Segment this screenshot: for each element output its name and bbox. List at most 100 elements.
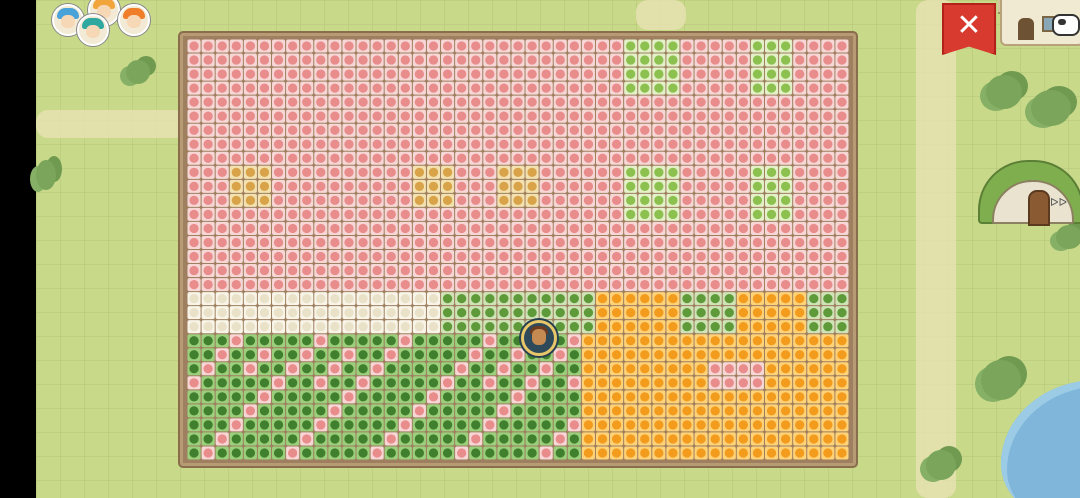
crop-tile-tomato[interactable] [835, 193, 849, 207]
crop-tile-cucumber[interactable] [412, 432, 426, 446]
crop-tile-tomato[interactable] [215, 95, 229, 109]
crop-tile-pumpkin[interactable] [581, 446, 595, 460]
crop-tile-tomato[interactable] [736, 165, 750, 179]
crop-tile-lettuce[interactable] [666, 81, 680, 95]
crop-tile-cucumber[interactable] [215, 446, 229, 460]
crop-tile-tomato[interactable] [215, 432, 229, 446]
crop-tile-cucumber[interactable] [567, 404, 581, 418]
crop-tile-tomato[interactable] [610, 193, 624, 207]
crop-tile-tomato[interactable] [272, 39, 286, 53]
crop-tile-cucumber[interactable] [243, 432, 257, 446]
crop-tile-tomato[interactable] [215, 67, 229, 81]
crop-tile-lettuce[interactable] [666, 179, 680, 193]
crop-tile-tomato[interactable] [300, 151, 314, 165]
crop-tile-pea[interactable] [525, 306, 539, 320]
crop-tile-pumpkin[interactable] [807, 376, 821, 390]
crop-tile-pumpkin[interactable] [736, 348, 750, 362]
crop-tile-cucumber[interactable] [539, 376, 553, 390]
crop-tile-tomato[interactable] [286, 67, 300, 81]
crop-tile-cucumber[interactable] [328, 418, 342, 432]
crop-tile-tomato[interactable] [384, 207, 398, 221]
crop-tile-tomato[interactable] [497, 39, 511, 53]
crop-tile-pumpkin[interactable] [835, 348, 849, 362]
crop-tile-tomato[interactable] [229, 207, 243, 221]
crop-tile-tomato[interactable] [187, 179, 201, 193]
crop-tile-cucumber[interactable] [229, 348, 243, 362]
crop-tile-tomato[interactable] [187, 151, 201, 165]
crop-tile-tomato[interactable] [497, 95, 511, 109]
crop-tile-tomato[interactable] [342, 390, 356, 404]
crop-tile-tomato[interactable] [736, 179, 750, 193]
crop-tile-tomato[interactable] [215, 221, 229, 235]
crop-tile-tomato[interactable] [610, 207, 624, 221]
crop-tile-pumpkin[interactable] [595, 306, 610, 320]
crop-tile-tomato[interactable] [680, 123, 694, 137]
crop-tile-cucumber[interactable] [314, 404, 328, 418]
crop-tile-tomato[interactable] [807, 278, 821, 292]
crop-tile-pea[interactable] [581, 320, 595, 334]
crop-tile-tomato[interactable] [595, 207, 610, 221]
crop-tile-tomato[interactable] [257, 137, 272, 151]
crop-tile-lettuce[interactable] [666, 67, 680, 81]
crop-tile-tomato[interactable] [793, 95, 807, 109]
crop-tile-cucumber[interactable] [441, 432, 455, 446]
crop-tile-tomato[interactable] [736, 53, 750, 67]
crop-tile-cucumber[interactable] [497, 390, 511, 404]
crop-tile-tomato[interactable] [300, 179, 314, 193]
crop-tile-cucumber[interactable] [286, 348, 300, 362]
crop-tile-tomato[interactable] [835, 179, 849, 193]
crop-tile-tomato[interactable] [511, 53, 525, 67]
crop-tile-tomato[interactable] [595, 151, 610, 165]
crop-tile-tomato[interactable] [525, 95, 539, 109]
crop-tile-pea[interactable] [441, 306, 455, 320]
crop-tile-cucumber[interactable] [356, 334, 370, 348]
crop-tile-tomato[interactable] [638, 235, 652, 249]
crop-tile-cucumber[interactable] [187, 432, 201, 446]
crop-tile-tomato[interactable] [525, 264, 539, 278]
crop-tile-tomato[interactable] [469, 81, 483, 95]
crop-tile-cucumber[interactable] [229, 432, 243, 446]
crop-tile-tomato[interactable] [694, 39, 708, 53]
crop-tile-lettuce[interactable] [764, 67, 779, 81]
crop-tile-tomato[interactable] [539, 250, 553, 264]
crop-tile-tomato[interactable] [483, 123, 497, 137]
crop-tile-tomato[interactable] [736, 109, 750, 123]
crop-tile-tomato[interactable] [342, 95, 356, 109]
crop-tile-pea[interactable] [680, 320, 694, 334]
crop-tile-tomato[interactable] [539, 109, 553, 123]
crop-tile-pumpkin[interactable] [581, 418, 595, 432]
crop-tile-tomato[interactable] [624, 278, 638, 292]
crop-tile-cucumber[interactable] [257, 404, 272, 418]
crop-tile-tomato[interactable] [412, 264, 426, 278]
crop-tile-tomato[interactable] [567, 376, 581, 390]
crop-tile-tomato[interactable] [483, 137, 497, 151]
crop-tile-lettuce[interactable] [779, 39, 793, 53]
crop-tile-pumpkin[interactable] [624, 292, 638, 306]
crop-tile-tomato[interactable] [807, 67, 821, 81]
crop-tile-tomato[interactable] [286, 362, 300, 376]
crop-tile-tomato[interactable] [581, 39, 595, 53]
crop-tile-tomato[interactable] [708, 81, 722, 95]
crop-tile-lettuce[interactable] [750, 81, 764, 95]
crop-tile-tomato[interactable] [384, 278, 398, 292]
crop-tile-pumpkin[interactable] [708, 446, 722, 460]
crop-tile-tomato[interactable] [807, 137, 821, 151]
crop-tile-tomato[interactable] [553, 165, 567, 179]
crop-tile-tomato[interactable] [581, 53, 595, 67]
crop-tile-cucumber[interactable] [398, 432, 412, 446]
crop-tile-wheat[interactable] [229, 165, 243, 179]
crop-tile-cotton[interactable] [412, 320, 426, 334]
crop-tile-tomato[interactable] [511, 151, 525, 165]
crop-tile-cucumber[interactable] [469, 446, 483, 460]
crop-tile-tomato[interactable] [455, 446, 469, 460]
crop-tile-pumpkin[interactable] [764, 404, 779, 418]
crop-tile-pumpkin[interactable] [793, 292, 807, 306]
crop-tile-pumpkin[interactable] [750, 446, 764, 460]
crop-tile-tomato[interactable] [821, 53, 835, 67]
crop-tile-tomato[interactable] [469, 39, 483, 53]
crop-tile-tomato[interactable] [708, 235, 722, 249]
crop-tile-cucumber[interactable] [272, 390, 286, 404]
crop-tile-cucumber[interactable] [497, 432, 511, 446]
crop-tile-cucumber[interactable] [215, 418, 229, 432]
crop-tile-pumpkin[interactable] [821, 376, 835, 390]
